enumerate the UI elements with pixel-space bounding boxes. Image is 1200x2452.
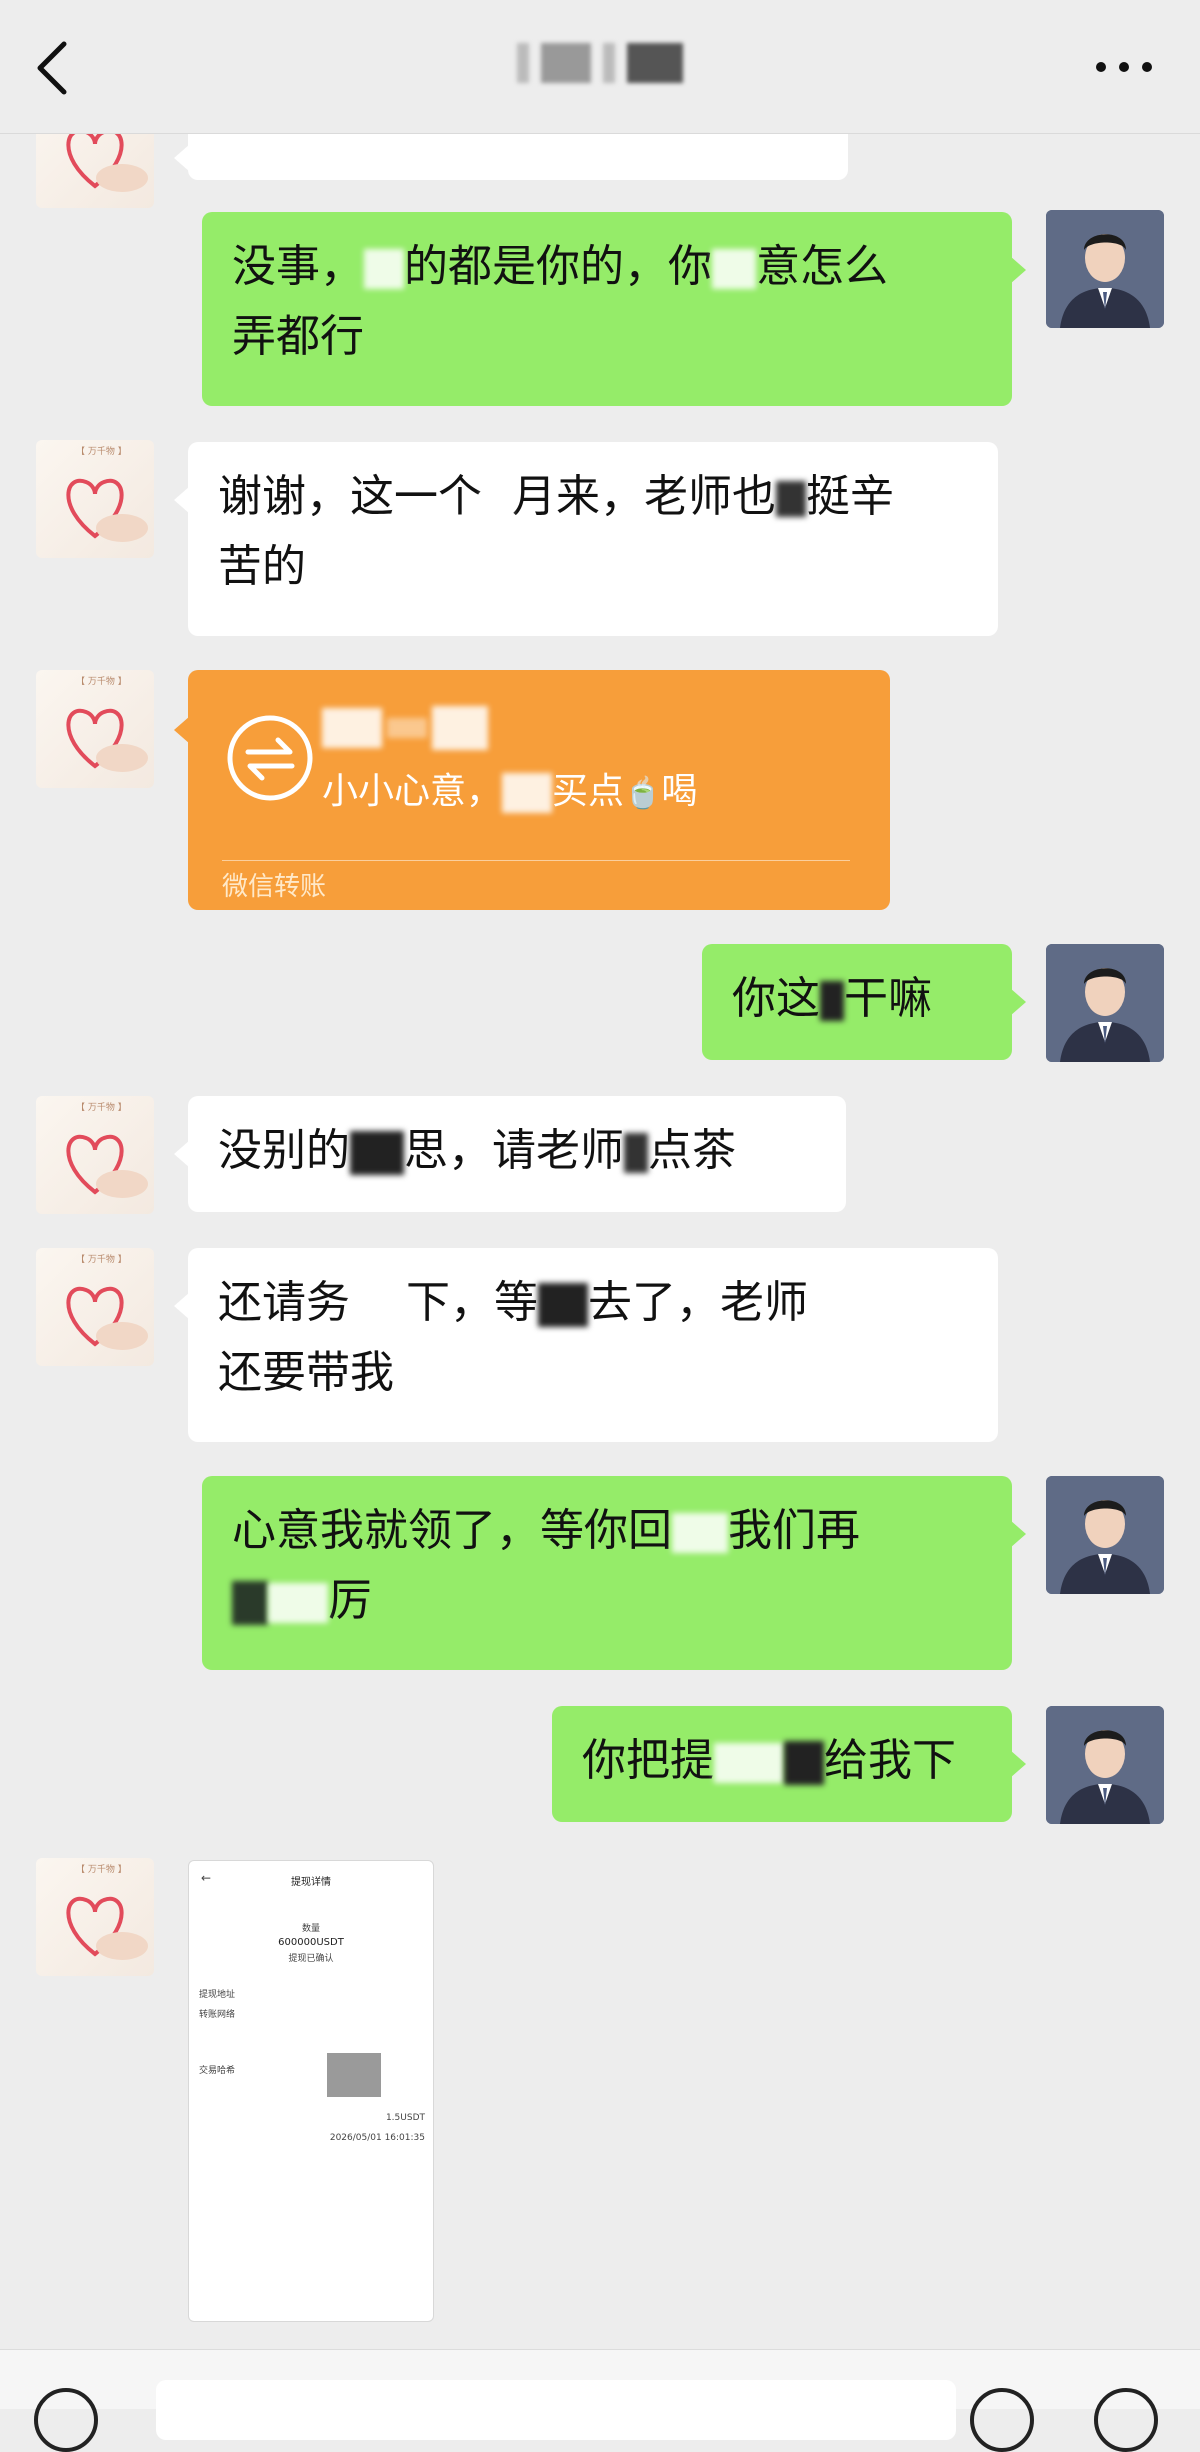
person-avatar-icon	[1046, 1476, 1164, 1594]
heart-hands-icon: 【 万千物 】	[66, 1253, 148, 1350]
svg-text:【 万千物 】: 【 万千物 】	[76, 1253, 127, 1265]
transfer-footer: 微信转账	[222, 872, 327, 902]
message-bubble-outgoing[interactable]: 心意我就领了，等你回 我们再 厉	[202, 1476, 1026, 1670]
svg-text:【 万千物 】: 【 万千物 】	[76, 675, 127, 687]
withdraw-screenshot-image[interactable]: ← 提现详情 数量 600000USDT 提现已确认 提现地址 转账网络 交易哈…	[188, 1860, 434, 2322]
heart-hands-icon: 【 万千物 】	[66, 445, 148, 542]
message-bubble-outgoing[interactable]: 没事， 的都是你的，你 意怎么 弄都行	[202, 212, 1026, 406]
chat-title	[0, 38, 1200, 83]
contact-avatar[interactable]: 【 万千物 】	[36, 1248, 154, 1366]
transfer-amount-redacted	[322, 706, 582, 750]
tea-cup-icon: 🍵	[624, 776, 662, 811]
message-bubble-outgoing[interactable]: 你把提 给我下	[552, 1706, 1026, 1822]
heart-hands-icon: 【 万千物 】	[66, 1863, 148, 1960]
svg-text:【 万千物 】: 【 万千物 】	[76, 445, 127, 457]
person-avatar-icon	[1046, 210, 1164, 328]
emoji-icon[interactable]	[970, 2388, 1034, 2452]
message-bubble-incoming[interactable]: 谢谢，这一个 月来，老师也 挺辛 苦的	[174, 442, 998, 636]
message-bubble-incoming[interactable]: 还请务 下，等 去了，老师 还要带我	[174, 1248, 998, 1442]
transfer-divider	[222, 860, 850, 861]
person-avatar-icon	[1046, 944, 1164, 1062]
heart-hands-icon: 【 万千物 】	[66, 1101, 148, 1198]
redaction-block	[327, 2053, 381, 2097]
svg-text:【 万千物 】: 【 万千物 】	[76, 1101, 127, 1113]
heart-hands-icon: 【 万千物 】	[66, 675, 148, 772]
contact-avatar[interactable]: 【 万千物 】	[36, 1096, 154, 1214]
voice-icon[interactable]	[34, 2388, 98, 2452]
message-input[interactable]	[156, 2380, 956, 2440]
plus-icon[interactable]	[1094, 2388, 1158, 2452]
chat-area[interactable]: 没事， 的都是你的，你 意怎么 弄都行 【 万千物 】 谢谢，这一个 月来，老师也 挺辛…	[0, 90, 1200, 2349]
message-bubble-outgoing[interactable]: 你这 干嘛	[702, 944, 1026, 1060]
contact-avatar[interactable]: 【 万千物 】	[36, 440, 154, 558]
message-bubble-incoming[interactable]: 没别的 思，请老师 点茶	[174, 1096, 846, 1212]
wechat-transfer-card[interactable]: 小小心意， 买点🍵喝 微信转账	[174, 670, 890, 910]
person-avatar-icon	[1046, 1706, 1164, 1824]
my-avatar[interactable]	[1046, 944, 1164, 1062]
input-bar	[0, 2349, 1200, 2452]
chat-header	[0, 0, 1200, 134]
svg-text:【 万千物 】: 【 万千物 】	[76, 1863, 127, 1875]
contact-avatar[interactable]: 【 万千物 】	[36, 1858, 154, 1976]
transfer-icon	[227, 715, 313, 801]
my-avatar[interactable]	[1046, 210, 1164, 328]
my-avatar[interactable]	[1046, 1476, 1164, 1594]
transfer-note: 小小心意， 买点🍵喝	[322, 771, 698, 813]
more-dots-icon[interactable]	[1094, 60, 1154, 74]
contact-avatar[interactable]: 【 万千物 】	[36, 670, 154, 788]
my-avatar[interactable]	[1046, 1706, 1164, 1824]
